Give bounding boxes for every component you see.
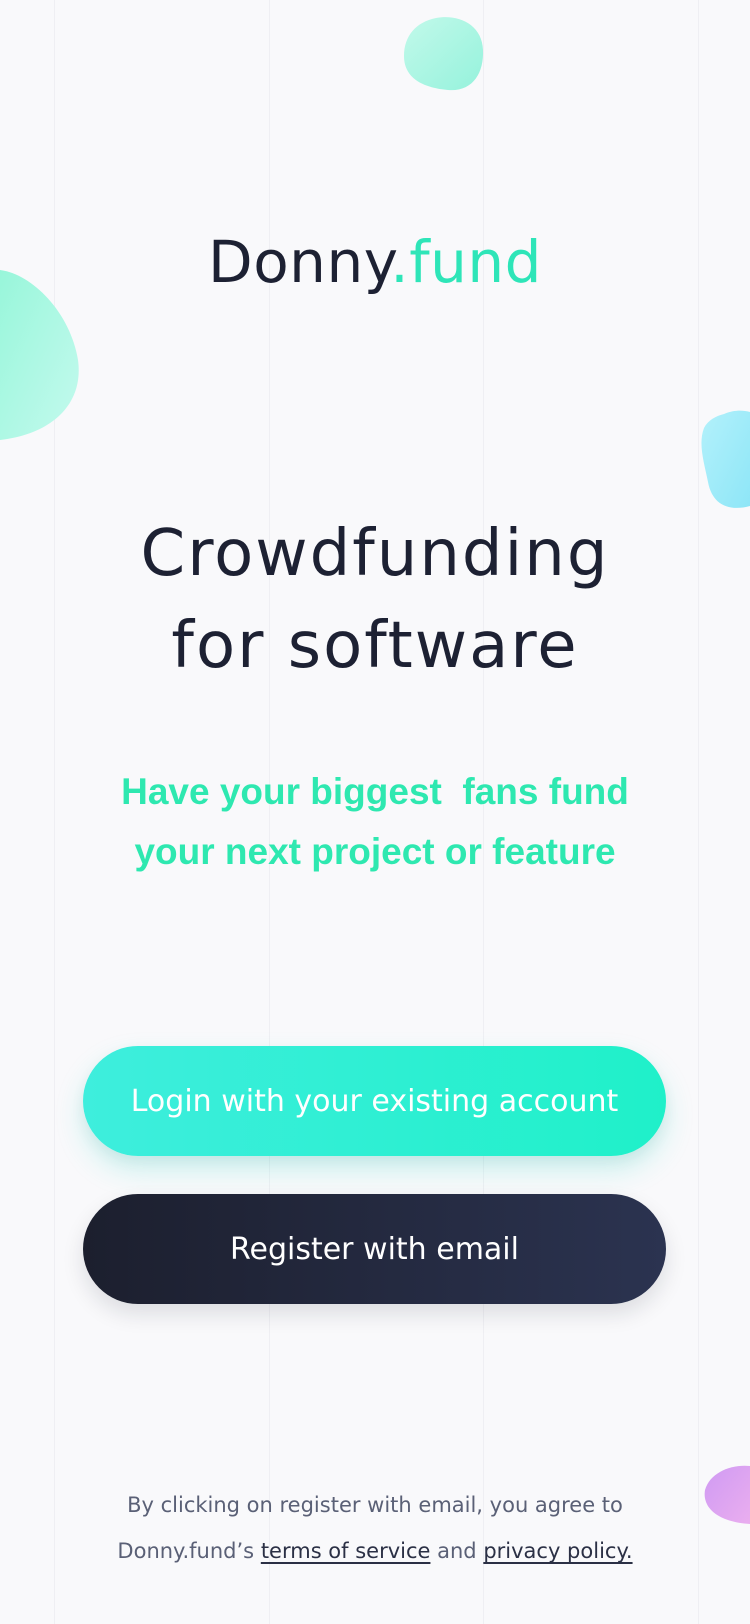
- register-button[interactable]: Register with email: [83, 1194, 666, 1304]
- brand-name-accent: .fund: [390, 228, 542, 296]
- hero-tagline: Have your biggest fans fund your next pr…: [0, 762, 750, 882]
- brand-logo: Donny.fund: [0, 222, 750, 302]
- tagline-line: Have your biggest fans fund: [121, 771, 629, 812]
- privacy-policy-link[interactable]: privacy policy.: [483, 1539, 632, 1563]
- register-button-label: Register with email: [230, 1231, 519, 1267]
- brand-name: Donny: [208, 228, 391, 296]
- legal-conjunction: and: [430, 1539, 484, 1563]
- hero-headline: Crowdfunding for software: [0, 508, 750, 692]
- headline-line: Crowdfunding: [140, 517, 610, 591]
- terms-of-service-link[interactable]: terms of service: [261, 1539, 431, 1563]
- legal-line: By clicking on register with email, you …: [127, 1493, 623, 1517]
- decorative-blob-right: [701, 410, 750, 508]
- headline-line: for software: [171, 609, 579, 683]
- legal-prefix: Donny.fund’s: [117, 1539, 261, 1563]
- legal-notice: By clicking on register with email, you …: [0, 1482, 750, 1574]
- login-button[interactable]: Login with your existing account: [83, 1046, 666, 1156]
- login-button-label: Login with your existing account: [130, 1083, 619, 1119]
- decorative-blob-top: [404, 17, 484, 91]
- tagline-line: your next project or feature: [134, 831, 616, 872]
- legal-line: Donny.fund’s terms of service and privac…: [0, 1528, 750, 1574]
